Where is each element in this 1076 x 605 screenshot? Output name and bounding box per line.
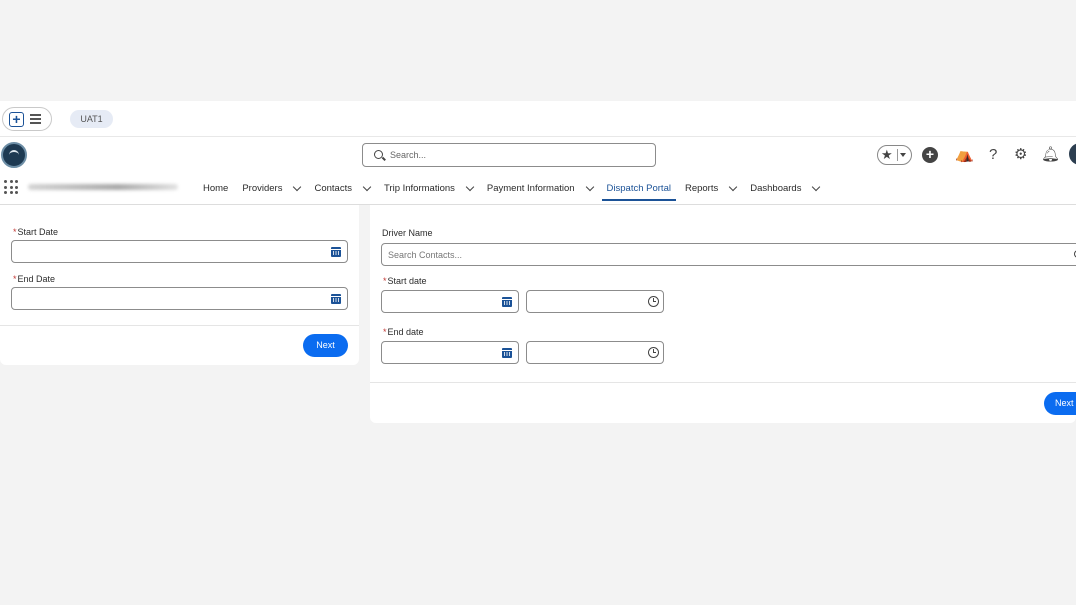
global-search[interactable] bbox=[362, 143, 656, 167]
end-time-field[interactable] bbox=[526, 341, 664, 364]
nav-item-reports[interactable]: Reports bbox=[678, 175, 743, 201]
end-date-label: *End Date bbox=[13, 274, 56, 284]
navigation-bar: Home Providers Contacts Trip Information… bbox=[196, 175, 826, 201]
driver-search-input[interactable] bbox=[388, 248, 1056, 262]
favorites-button-group[interactable]: ★ bbox=[877, 145, 912, 165]
nav-item-trip-informations[interactable]: Trip Informations bbox=[377, 175, 480, 201]
end-date-field[interactable] bbox=[11, 287, 348, 310]
global-header: ★ + ⛺ ? ⚙ 🔔︎ Home Providers Contacts Tri… bbox=[0, 137, 1076, 205]
chevron-down-icon[interactable] bbox=[293, 182, 302, 191]
start-date-field[interactable] bbox=[11, 240, 348, 263]
clock-icon[interactable] bbox=[648, 296, 659, 307]
chevron-down-icon[interactable] bbox=[728, 182, 738, 191]
next-button[interactable]: Next bbox=[303, 334, 348, 357]
menu-icon[interactable] bbox=[30, 114, 41, 124]
calendar-icon[interactable] bbox=[331, 247, 341, 257]
app-switcher-toggle[interactable]: + bbox=[2, 107, 52, 131]
chevron-down-icon[interactable] bbox=[362, 182, 372, 191]
calendar-icon[interactable] bbox=[331, 294, 341, 304]
end-date-input[interactable] bbox=[388, 346, 494, 360]
start-time-input[interactable] bbox=[533, 295, 639, 309]
notifications-bell-icon[interactable]: 🔔︎ bbox=[1041, 146, 1060, 164]
nav-item-contacts[interactable]: Contacts bbox=[307, 175, 377, 201]
settings-gear-icon[interactable]: ⚙ bbox=[1014, 146, 1027, 164]
end-time-input[interactable] bbox=[533, 346, 639, 360]
calendar-icon[interactable] bbox=[502, 297, 512, 307]
environment-badge[interactable]: UAT1 bbox=[70, 110, 113, 128]
chevron-down-icon[interactable] bbox=[585, 182, 594, 191]
org-logo[interactable] bbox=[1, 142, 27, 168]
trailhead-icon[interactable]: ⛺ bbox=[955, 146, 974, 164]
driver-schedule-card: Driver Name *Start date *End date Next bbox=[370, 205, 1076, 423]
app-name-blurred bbox=[28, 184, 178, 190]
global-search-input[interactable] bbox=[390, 147, 640, 163]
clock-icon[interactable] bbox=[648, 347, 659, 358]
driver-name-field[interactable] bbox=[381, 243, 1076, 266]
start-date-label: *Start Date bbox=[13, 227, 59, 237]
card-footer-divider bbox=[370, 382, 1076, 383]
driver-name-label: Driver Name bbox=[382, 228, 433, 238]
end-date-label: *End date bbox=[383, 327, 424, 337]
new-tab-icon[interactable]: + bbox=[9, 112, 24, 127]
start-date-input[interactable] bbox=[18, 245, 323, 259]
start-date-label: *Start date bbox=[383, 276, 427, 286]
app-launcher-strip: + UAT1 bbox=[0, 101, 1076, 137]
nav-item-dispatch-portal[interactable]: Dispatch Portal bbox=[600, 175, 678, 201]
app-launcher-waffle-icon[interactable] bbox=[4, 180, 18, 194]
global-actions-add-icon[interactable]: + bbox=[922, 147, 938, 163]
nav-item-payment-information[interactable]: Payment Information bbox=[480, 175, 600, 201]
end-date-input[interactable] bbox=[18, 292, 323, 306]
nav-item-home[interactable]: Home bbox=[196, 175, 235, 201]
calendar-icon[interactable] bbox=[502, 348, 512, 358]
user-avatar[interactable] bbox=[1069, 143, 1076, 165]
date-range-card: *Start Date *End Date Next bbox=[0, 205, 359, 365]
nav-item-dashboards[interactable]: Dashboards bbox=[743, 175, 826, 201]
start-date-field[interactable] bbox=[381, 290, 519, 313]
help-icon[interactable]: ? bbox=[989, 146, 997, 164]
start-date-input[interactable] bbox=[388, 295, 494, 309]
next-button[interactable]: Next bbox=[1044, 392, 1076, 415]
favorites-star-icon[interactable]: ★ bbox=[881, 146, 893, 164]
search-icon bbox=[374, 150, 383, 159]
favorites-separator bbox=[897, 149, 898, 161]
nav-item-providers[interactable]: Providers bbox=[235, 175, 307, 201]
card-footer-divider bbox=[0, 325, 359, 326]
end-date-field[interactable] bbox=[381, 341, 519, 364]
favorites-dropdown-icon[interactable] bbox=[900, 153, 906, 157]
chevron-down-icon[interactable] bbox=[465, 182, 475, 191]
start-time-field[interactable] bbox=[526, 290, 664, 313]
chevron-down-icon[interactable] bbox=[812, 182, 821, 191]
